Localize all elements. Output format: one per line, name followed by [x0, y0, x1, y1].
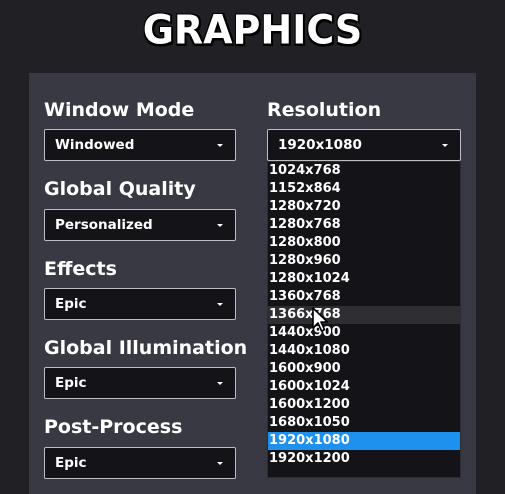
- resolution-option[interactable]: 1920x1200: [268, 450, 460, 468]
- resolution-option[interactable]: 1280x720: [268, 198, 460, 216]
- mouse-pointer-icon: [312, 307, 329, 332]
- resolution-option[interactable]: 1680x1050: [268, 414, 460, 432]
- chevron-down-icon: [217, 303, 223, 306]
- resolution-option[interactable]: 1600x900: [268, 360, 460, 378]
- page-title: GRAPHICS: [142, 6, 363, 54]
- resolution-option[interactable]: 1280x960: [268, 252, 460, 270]
- resolution-option[interactable]: 1600x1024: [268, 378, 460, 396]
- effects-value: Epic: [55, 296, 87, 312]
- resolution-option[interactable]: 1280x1024: [268, 270, 460, 288]
- resolution-option[interactable]: 1440x1080: [268, 342, 460, 360]
- post-process-dropdown[interactable]: Epic: [44, 447, 236, 479]
- graphics-settings-screen: GRAPHICS Window Mode Windowed Global Qua…: [0, 0, 505, 494]
- resolution-option[interactable]: 1440x900: [268, 324, 460, 342]
- global-quality-dropdown[interactable]: Personalized: [44, 209, 236, 241]
- resolution-dropdown[interactable]: 1920x1080: [267, 129, 461, 161]
- effects-dropdown[interactable]: Epic: [44, 288, 236, 320]
- resolution-label: Resolution: [267, 99, 382, 121]
- post-process-value: Epic: [55, 455, 87, 471]
- window-mode-label: Window Mode: [44, 99, 195, 121]
- resolution-option[interactable]: 1280x768: [268, 216, 460, 234]
- window-mode-value: Windowed: [55, 137, 135, 153]
- chevron-down-icon: [217, 224, 223, 227]
- global-illumination-label: Global Illumination: [44, 337, 248, 359]
- resolution-option[interactable]: 1600x1200: [268, 396, 460, 414]
- window-mode-dropdown[interactable]: Windowed: [44, 129, 236, 161]
- resolution-option[interactable]: 1366x768: [268, 306, 460, 324]
- resolution-options-list[interactable]: 1024x768 1152x864 1280x720 1280x768 1280x800…: [267, 161, 461, 478]
- resolution-option[interactable]: 1920x1080: [268, 432, 460, 450]
- post-process-label: Post-Process: [44, 416, 183, 438]
- global-quality-value: Personalized: [55, 217, 153, 233]
- chevron-down-icon: [442, 144, 448, 147]
- resolution-option[interactable]: 1024x768: [268, 162, 460, 180]
- resolution-option[interactable]: 1152x864: [268, 180, 460, 198]
- effects-label: Effects: [44, 258, 117, 280]
- global-illumination-dropdown[interactable]: Epic: [44, 367, 236, 399]
- chevron-down-icon: [217, 462, 223, 465]
- chevron-down-icon: [217, 382, 223, 385]
- resolution-value: 1920x1080: [278, 137, 362, 153]
- resolution-option[interactable]: 1280x800: [268, 234, 460, 252]
- chevron-down-icon: [217, 144, 223, 147]
- global-quality-label: Global Quality: [44, 178, 196, 200]
- global-illumination-value: Epic: [55, 375, 87, 391]
- resolution-option[interactable]: 1360x768: [268, 288, 460, 306]
